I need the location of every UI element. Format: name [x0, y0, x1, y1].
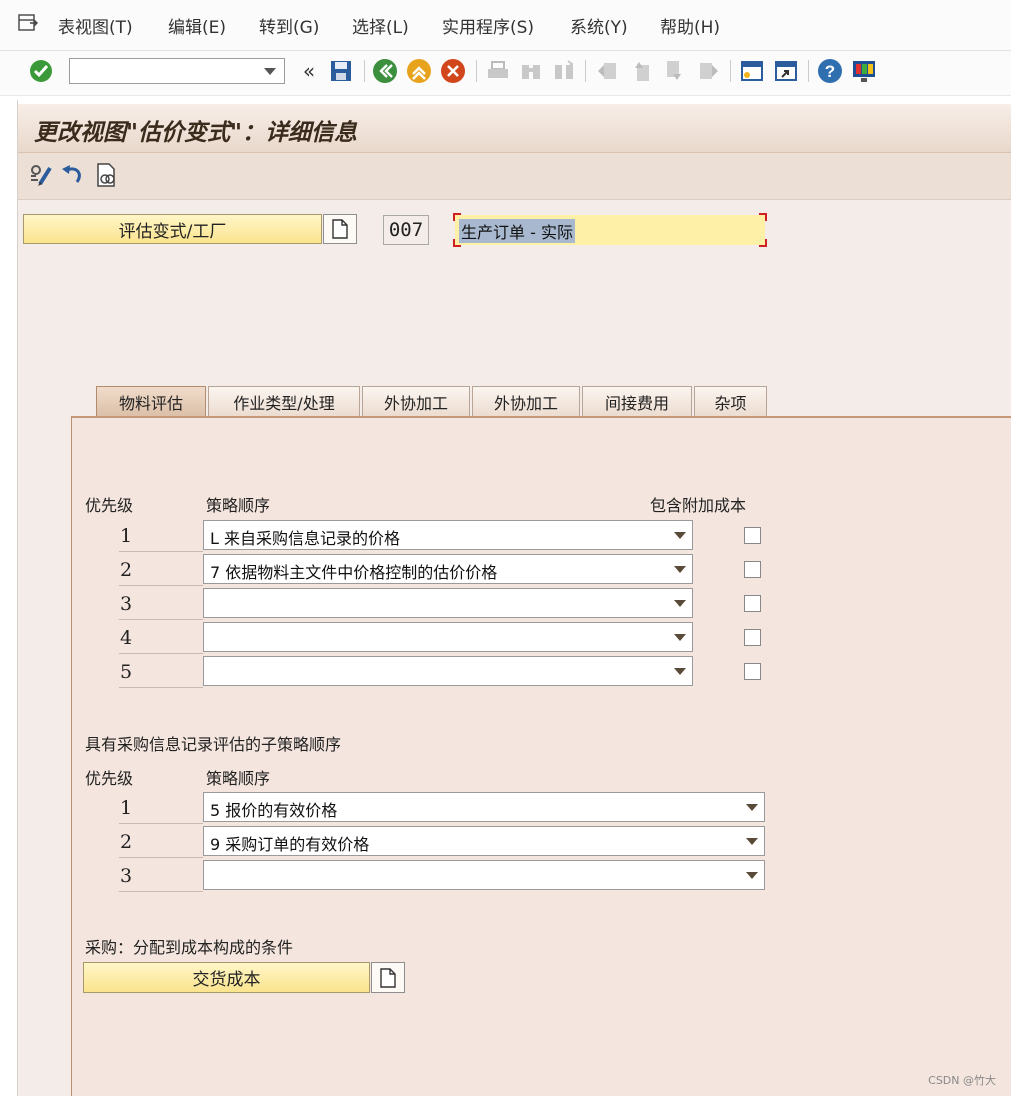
include-surcharge-checkbox[interactable] — [744, 527, 761, 544]
include-surcharge-checkbox[interactable] — [744, 561, 761, 578]
watermark-credit: CSDN @竹大 — [928, 1074, 996, 1087]
save-icon[interactable] — [328, 58, 354, 84]
priority-number: 4 — [120, 627, 133, 649]
include-surcharge-checkbox[interactable] — [744, 595, 761, 612]
application-toolbar — [18, 153, 1011, 200]
tab-miscellaneous[interactable]: 杂项 — [694, 386, 767, 416]
chevron-down-icon[interactable] — [674, 668, 686, 675]
strategy-sequence-header: 策略顺序 — [206, 769, 271, 788]
chevron-down-icon[interactable] — [674, 566, 686, 573]
include-surcharge-checkbox[interactable] — [744, 663, 761, 680]
find-icon — [518, 58, 544, 84]
back-icon[interactable] — [372, 58, 398, 84]
chevron-down-icon[interactable] — [746, 872, 758, 879]
customize-layout-icon[interactable] — [851, 58, 877, 84]
back-double-icon[interactable]: « — [296, 58, 322, 84]
tab-overhead[interactable]: 间接费用 — [582, 386, 692, 416]
priority-number: 3 — [120, 865, 133, 887]
last-page-icon — [696, 58, 722, 84]
tab-panel — [71, 416, 1011, 1096]
tab-subcontracting-2[interactable]: 外协加工 — [472, 386, 580, 416]
include-surcharge-checkbox[interactable] — [744, 629, 761, 646]
tab-activity-types[interactable]: 作业类型/处理 — [208, 386, 360, 416]
priority-header: 优先级 — [85, 496, 134, 515]
chevron-down-icon[interactable] — [746, 804, 758, 811]
first-page-icon — [594, 58, 620, 84]
valuation-variant-code: 007 — [383, 215, 429, 245]
sub-strategy-section-title: 具有采购信息记录评估的子策略顺序 — [85, 735, 342, 754]
menu-utilities[interactable]: 实用程序(S) — [442, 13, 534, 38]
priority-header: 优先级 — [85, 769, 134, 788]
undo-icon[interactable] — [59, 162, 85, 188]
strategy-dropdown[interactable] — [203, 588, 693, 618]
enter-icon[interactable] — [28, 58, 54, 84]
purchasing-section-title: 采购：分配到成本构成的条件 — [85, 938, 294, 957]
sub-strategy-dropdown[interactable]: 5 报价的有效价格 — [203, 792, 765, 822]
priority-number: 2 — [120, 559, 133, 581]
new-session-icon[interactable] — [739, 58, 765, 84]
sub-strategy-dropdown[interactable]: 9 采购订单的有效价格 — [203, 826, 765, 856]
valuation-variant-description: 生产订单 - 实际 — [459, 219, 575, 243]
document-icon[interactable] — [323, 214, 357, 244]
print-icon — [485, 58, 511, 84]
title-bar: 更改视图"估价变式"：详细信息 — [18, 104, 1011, 153]
strategy-sequence-header: 策略顺序 — [206, 496, 271, 515]
valuation-variant-plant-button[interactable]: 评估变式/工厂 — [23, 214, 322, 244]
details-icon[interactable] — [93, 162, 119, 188]
menu-table-view[interactable]: 表视图(T) — [58, 13, 133, 38]
priority-number: 1 — [120, 525, 133, 547]
sub-strategy-dropdown[interactable] — [203, 860, 765, 890]
priority-number: 1 — [120, 797, 133, 819]
tab-subcontracting-1[interactable]: 外协加工 — [362, 386, 470, 416]
chevron-down-icon[interactable] — [674, 532, 686, 539]
menu-icon[interactable] — [18, 14, 38, 32]
chevron-down-icon[interactable] — [264, 68, 276, 75]
strategy-dropdown[interactable] — [203, 656, 693, 686]
include-surcharge-header: 包含附加成本 — [650, 496, 747, 515]
menu-system[interactable]: 系统(Y) — [570, 13, 628, 38]
chevron-down-icon[interactable] — [746, 838, 758, 845]
menu-selection[interactable]: 选择(L) — [352, 13, 409, 38]
priority-number: 5 — [120, 661, 133, 683]
chevron-down-icon[interactable] — [674, 634, 686, 641]
menu-help[interactable]: 帮助(H) — [660, 13, 720, 38]
exit-icon[interactable] — [406, 58, 432, 84]
find-next-icon — [551, 58, 577, 84]
menu-bar: 表视图(T) 编辑(E) 转到(G) 选择(L) 实用程序(S) 系统(Y) 帮… — [0, 0, 1011, 51]
delivery-costs-button[interactable]: 交货成本 — [83, 962, 370, 993]
priority-number: 2 — [120, 831, 133, 853]
document-icon[interactable] — [371, 962, 405, 993]
cancel-icon[interactable] — [440, 58, 466, 84]
priority-number: 3 — [120, 593, 133, 615]
chevron-down-icon[interactable] — [674, 600, 686, 607]
previous-page-icon — [628, 58, 654, 84]
menu-goto[interactable]: 转到(G) — [259, 13, 319, 38]
valuation-variant-description-field[interactable]: 生产订单 - 实际 — [453, 213, 767, 247]
strategy-dropdown[interactable]: 7 依据物料主文件中价格控制的估价价格 — [203, 554, 693, 584]
svg-text:?: ? — [825, 62, 835, 81]
page-title: 更改视图"估价变式"：详细信息 — [34, 119, 357, 146]
strategy-dropdown[interactable]: L 来自采购信息记录的价格 — [203, 520, 693, 550]
display-change-icon[interactable] — [28, 162, 54, 188]
tab-material-valuation[interactable]: 物料评估 — [96, 386, 206, 416]
command-field[interactable] — [69, 58, 285, 84]
next-page-icon — [662, 58, 688, 84]
shortcut-icon[interactable] — [773, 58, 799, 84]
help-icon[interactable]: ? — [817, 58, 843, 84]
strategy-dropdown[interactable] — [203, 622, 693, 652]
menu-edit[interactable]: 编辑(E) — [168, 13, 226, 38]
